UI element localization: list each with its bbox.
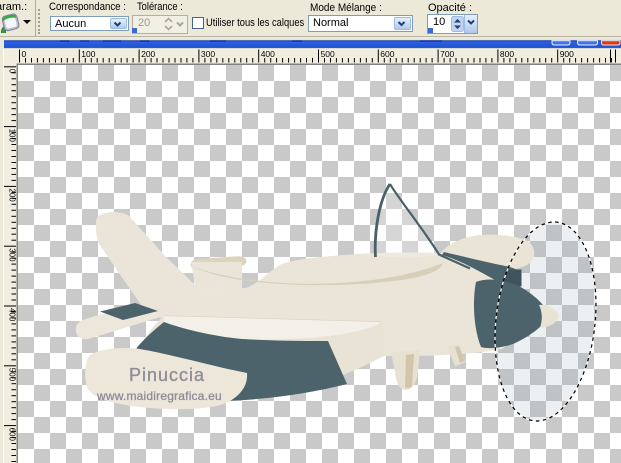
svg-text:0: 0 bbox=[22, 49, 27, 59]
svg-text:Pinuccia: Pinuccia bbox=[129, 365, 205, 385]
svg-text:300: 300 bbox=[201, 49, 215, 59]
svg-text:800: 800 bbox=[500, 49, 514, 59]
svg-text:200: 200 bbox=[141, 49, 155, 59]
svg-text:www.maidiregrafica.eu: www.maidiregrafica.eu bbox=[96, 389, 222, 403]
svg-text:600: 600 bbox=[8, 428, 17, 442]
svg-text:200: 200 bbox=[8, 188, 17, 202]
svg-text:400: 400 bbox=[261, 49, 275, 59]
svg-text:400: 400 bbox=[8, 308, 17, 322]
svg-text:500: 500 bbox=[8, 368, 17, 382]
svg-text:100: 100 bbox=[8, 129, 17, 143]
svg-text:600: 600 bbox=[380, 49, 394, 59]
svg-text:500: 500 bbox=[321, 49, 335, 59]
svg-text:100: 100 bbox=[81, 49, 95, 59]
svg-text:900: 900 bbox=[560, 49, 574, 59]
svg-text:700: 700 bbox=[440, 49, 454, 59]
svg-text:300: 300 bbox=[8, 248, 17, 262]
